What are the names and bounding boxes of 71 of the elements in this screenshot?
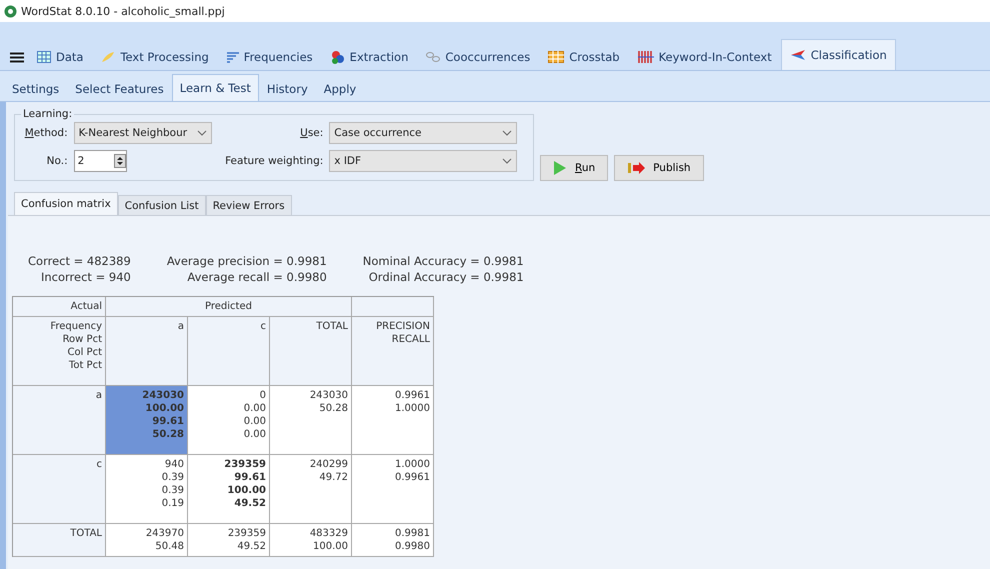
table-icon [548,51,564,63]
module-tab[interactable]: Keyword-In-Context [628,43,781,70]
table-cell: 0 0.00 0.00 0.00 [188,386,270,455]
table-cell: 0.9981 0.9980 [352,524,434,557]
weighting-dropdown[interactable]: x IDF [329,150,518,172]
field-label: No.: [46,155,68,167]
field-label: Feature weighting: [225,155,324,167]
row-header: c [13,455,106,524]
sub-tab[interactable]: Learn & Test [172,74,259,101]
statistic-text: Ordinal Accuracy = 0.9981 [368,270,524,284]
table-header: PRECISION RECALL [352,317,434,386]
sub-tab[interactable]: Settings [4,76,68,101]
table-header: TOTAL [270,317,352,386]
blocks-icon [330,50,345,64]
row-header: TOTAL [13,524,106,557]
statistic-text: Incorrect = 940 [40,270,131,284]
play-icon [553,160,567,176]
chevron-down-icon [502,130,512,136]
publish-button[interactable]: Publish [614,155,704,181]
sub-tab[interactable]: Select Features [67,76,172,101]
arrow-left-icon [790,49,806,61]
sub-tab[interactable]: Apply [316,76,364,101]
module-tab[interactable]: Frequencies [218,43,322,70]
link-icon [426,51,440,63]
table-cell: 243030 50.28 [270,386,352,455]
table-cell: 1.0000 0.9961 [352,455,434,524]
table-header: Frequency Row Pct Col Pct Tot Pct [13,317,106,386]
number-spinbox[interactable]: 2 [74,150,127,172]
spinner-arrows-icon [114,154,126,168]
table-cell: 243970 50.48 [106,524,188,557]
method-dropdown[interactable]: K-Nearest Neighbour [74,122,212,144]
table-header: Predicted [106,297,352,317]
statistic-text: Correct = 482389 [28,254,131,268]
use-dropdown[interactable]: Case occurrence [329,122,518,144]
table-cell: 483329 100.00 [270,524,352,557]
module-tab[interactable]: Extraction [322,43,418,70]
app-logo-icon [4,4,17,18]
sub-tab[interactable]: History [258,76,316,101]
module-tab[interactable]: Crosstab [539,43,629,70]
table-header: c [188,317,270,386]
bars-icon [638,51,654,63]
result-tab[interactable]: Confusion List [118,195,206,215]
chevron-down-icon [196,130,207,136]
statistic-text: Nominal Accuracy = 0.9981 [362,254,524,268]
table-cell: 239359 99.61 100.00 49.52 [188,455,270,524]
statistic-text: Average recall = 0.9980 [187,270,327,284]
feather-icon [101,51,116,63]
table-cell: 940 0.39 0.39 0.19 [106,455,188,524]
arrow-right-icon [627,161,646,175]
module-tab[interactable]: Data [28,43,92,70]
statistic-text: Average precision = 0.9981 [166,254,327,268]
module-tab[interactable]: Text Processing [92,43,218,70]
field-label: Use: [300,127,324,139]
chevron-down-icon [502,158,512,164]
table-header: Actual [13,297,106,317]
field-label: Method: [24,127,68,139]
module-tab[interactable]: Cooccurrences [417,43,540,70]
group-title: Learning: [22,108,74,120]
table-header: a [106,317,188,386]
run-button[interactable]: Run [540,155,608,181]
result-tab[interactable]: Review Errors [206,195,292,215]
table-cell: 239359 49.52 [188,524,270,557]
table-cell: 240299 49.72 [270,455,352,524]
result-tab[interactable]: Confusion matrix [14,192,118,215]
table-cell: 243030 100.00 99.61 50.28 [106,386,188,455]
grid-icon [37,51,51,63]
module-tab[interactable]: Classification [780,39,896,70]
lines-icon [226,51,239,63]
table-cell: 0.9961 1.0000 [352,386,434,455]
row-header: a [13,386,106,455]
window-title: WordStat 8.0.10 - alcoholic_small.ppj [21,4,225,18]
